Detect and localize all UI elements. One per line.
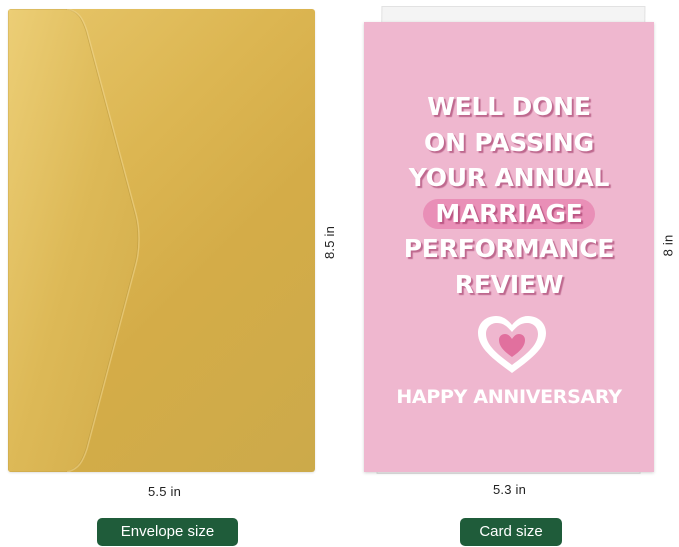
card-width-label: 5.3 in — [493, 482, 527, 497]
card-message: WELL DONE ON PASSING YOUR ANNUAL MARRIAG… — [364, 89, 654, 302]
card-message-line-highlight: MARRIAGE — [364, 196, 654, 232]
card-subtitle: HAPPY ANNIVERSARY — [396, 386, 622, 408]
envelope-size-caption: Envelope size — [97, 518, 238, 546]
card-message-line: PERFORMANCE — [403, 234, 615, 263]
envelope-height-label: 8.5 in — [322, 225, 338, 260]
card-message-line: ON PASSING — [424, 127, 594, 157]
card-message-line: WELL DONE — [427, 92, 591, 121]
envelope — [8, 9, 315, 472]
greeting-card: WELL DONE ON PASSING YOUR ANNUAL MARRIAG… — [364, 22, 654, 472]
highlight-pill: MARRIAGE — [423, 198, 595, 229]
card-message-line: YOUR ANNUAL — [408, 163, 610, 192]
envelope-width-label: 5.5 in — [148, 484, 182, 499]
card-height-label: 8 in — [660, 234, 676, 257]
envelope-flap — [8, 9, 140, 472]
card-message-line: REVIEW — [454, 269, 564, 299]
card-size-caption: Card size — [460, 518, 562, 546]
heart-icon — [478, 316, 546, 373]
